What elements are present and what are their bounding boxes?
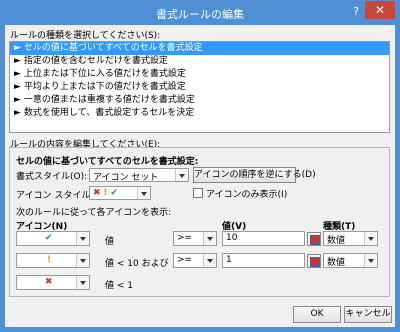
show-icon-only-checkbox[interactable] [193,188,203,198]
format-style-label: 書式スタイル(O): [16,172,88,182]
dialog-body: ルールの種類を選択してください(S): ► セルの値に基づいてすべてのセルを書式設… [5,25,395,327]
group-heading: セルの値に基づいてすべてのセルを書式設定: [16,157,199,167]
exclamation-icon: ! [47,255,52,265]
chevron-down-icon [203,254,216,267]
arrow-right-icon: ► [14,69,21,79]
show-icon-only-label: アイコンのみ表示(I) [206,190,288,200]
chevron-down-icon [76,254,89,267]
icon-select-row3[interactable]: ✖ [16,275,90,290]
title-bar[interactable]: 書式ルールの編集 ? ✕ [1,1,399,25]
chevron-down-icon [203,232,216,245]
type-select-row2[interactable]: 数値 [323,253,378,268]
rule-type-item[interactable]: ► 数式を使用して、書式設定するセルを決定 [10,107,389,120]
chevron-down-icon [364,254,377,267]
range-picker-icon[interactable] [307,254,321,268]
value-input-row2[interactable]: 1 [222,253,305,268]
dialog-title: 書式ルールの編集 [156,8,244,21]
check-icon: ✔ [110,188,118,198]
arrow-right-icon: ► [14,56,21,66]
arrow-right-icon: ► [14,108,21,118]
rule-type-item[interactable]: ► 上位または下位に入る値だけを書式設定 [10,68,389,81]
rule-type-item[interactable]: ► 指定の値を含むセルだけを書式設定 [10,55,389,68]
x-icon: ✖ [45,277,53,287]
exclamation-icon: ! [103,188,108,198]
rule-type-item[interactable]: ► 一意の値または重複する値だけを書式設定 [10,94,389,107]
condition-text-row3: 値 < 1 [105,281,133,291]
arrow-right-icon: ► [14,95,21,105]
cancel-button[interactable]: キャンセル [344,306,392,323]
condition-text-row2: 値 < 10 および [105,259,169,269]
icon-select-row1[interactable]: ✔ [16,231,90,246]
arrow-right-icon: ► [14,43,21,53]
icon-select-row2[interactable]: ! [16,253,90,268]
chevron-down-icon [137,187,150,199]
ok-button[interactable]: OK [293,306,341,323]
icon-style-select[interactable]: ✖ ! ✔ [89,186,151,200]
chevron-down-icon [76,276,89,289]
display-rule-label: 次のルールに従って各アイコンを表示: [16,208,172,218]
x-icon: ✖ [93,188,101,198]
rule-edit-group: セルの値に基づいてすべてのセルを書式設定: 書式スタイル(O): アイコン セッ… [9,147,390,297]
type-select-row1[interactable]: 数値 [323,231,378,246]
close-button[interactable]: ✕ [365,1,395,19]
operator-select-row2[interactable]: >= [173,253,217,268]
chevron-down-icon [175,169,188,181]
condition-text-row1: 値 [105,237,115,247]
rule-type-listbox[interactable]: ► セルの値に基づいてすべてのセルを書式設定 ► 指定の値を含むセルだけを書式設定 … [9,41,390,133]
rule-type-item[interactable]: ► 平均より上または下の値だけを書式設定 [10,81,389,94]
arrow-right-icon: ► [14,82,21,92]
rule-type-item[interactable]: ► セルの値に基づいてすべてのセルを書式設定 [10,42,389,55]
value-input-row1[interactable]: 10 [222,231,305,246]
format-style-select[interactable]: アイコン セット [89,168,189,183]
reverse-icon-order-button[interactable]: アイコンの順序を逆にする(D) [193,167,316,183]
rule-type-label: ルールの種類を選択してください(S): [10,31,161,41]
help-button[interactable]: ? [349,5,363,19]
range-picker-icon[interactable] [307,232,321,246]
check-icon: ✔ [45,233,53,243]
dialog-window: 書式ルールの編集 ? ✕ ルールの種類を選択してください(S): ► セルの値に基… [0,0,400,332]
operator-select-row1[interactable]: >= [173,231,217,246]
chevron-down-icon [364,232,377,245]
chevron-down-icon [76,232,89,245]
